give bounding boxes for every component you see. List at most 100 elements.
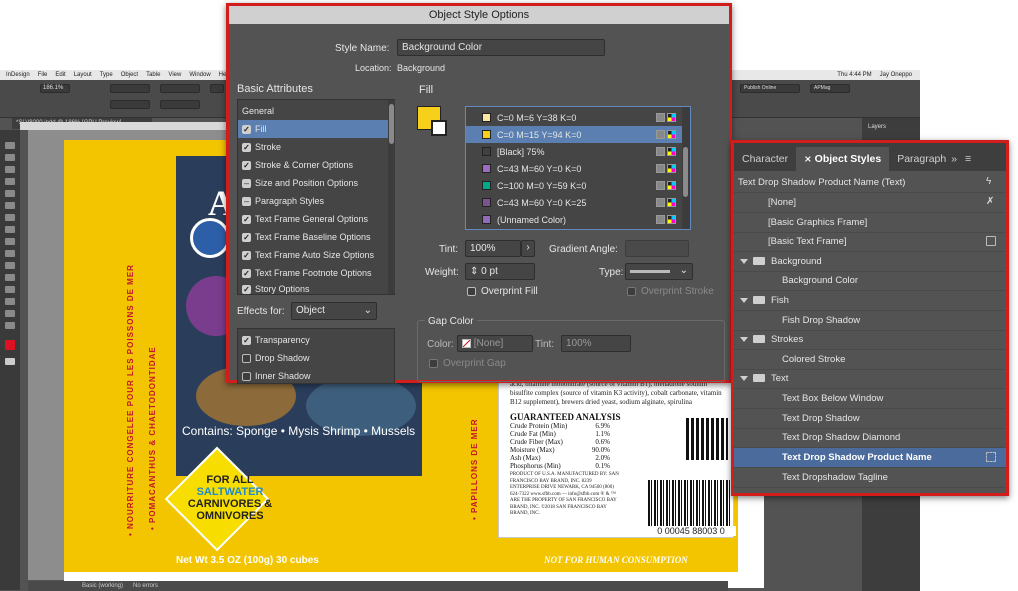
- tab-object-styles[interactable]: ⨯ Object Styles: [796, 147, 890, 171]
- style-row-background-color[interactable]: Background Color: [734, 271, 1006, 291]
- checkbox-ignore-icon[interactable]: –: [242, 196, 251, 206]
- attr-stroke[interactable]: ✓ Stroke: [238, 138, 394, 156]
- menu-item[interactable]: InDesign: [6, 72, 30, 78]
- attr-story-options[interactable]: ✓ Story Options: [238, 282, 394, 296]
- swatch-row[interactable]: C=43 M=60 Y=0 K=0: [466, 160, 690, 177]
- swatch-row[interactable]: (Unnamed Color): [466, 211, 690, 228]
- gradient-tool-icon[interactable]: [5, 274, 15, 281]
- stroke-type-select[interactable]: ⌄: [625, 263, 693, 280]
- zoom-tool-icon[interactable]: [5, 322, 15, 329]
- attr-fill[interactable]: ✓ Fill: [238, 120, 394, 138]
- disclosure-triangle-icon[interactable]: [740, 297, 748, 303]
- gap-color-select[interactable]: [None]: [457, 335, 533, 352]
- menu-item[interactable]: Window: [189, 72, 210, 78]
- checkbox-checked-icon[interactable]: ✓: [242, 214, 251, 224]
- style-row-basic-text-frame[interactable]: [Basic Text Frame]: [734, 232, 1006, 252]
- fill-stroke-icon[interactable]: [5, 340, 15, 350]
- checkbox-checked-icon[interactable]: ✓: [242, 250, 251, 260]
- control-button[interactable]: [210, 84, 224, 93]
- checkbox-checked-icon[interactable]: ✓: [242, 284, 251, 294]
- free-transform-tool-icon[interactable]: [5, 262, 15, 269]
- style-row-fish-drop-shadow[interactable]: Fish Drop Shadow: [734, 311, 1006, 331]
- style-row-text-drop-shadow-diamond[interactable]: Text Drop Shadow Diamond: [734, 428, 1006, 448]
- checkbox-checked-icon[interactable]: ✓: [242, 124, 251, 134]
- apply-color-icon[interactable]: [5, 358, 15, 365]
- disclosure-triangle-icon[interactable]: [740, 375, 748, 381]
- checkbox-checked-icon[interactable]: ✓: [242, 232, 251, 242]
- scissors-tool-icon[interactable]: [5, 250, 15, 257]
- attr-stroke-corner[interactable]: ✓ Stroke & Corner Options: [238, 156, 394, 174]
- style-row-basic-graphics-frame[interactable]: [Basic Graphics Frame]: [734, 213, 1006, 233]
- menu-item[interactable]: Layout: [74, 72, 92, 78]
- direct-selection-tool-icon[interactable]: [5, 154, 15, 161]
- gradient-angle-input[interactable]: [625, 240, 689, 257]
- attr-text-frame-footnote[interactable]: ✓ Text Frame Footnote Options: [238, 264, 394, 282]
- effects-for-select[interactable]: Object ⌄: [291, 302, 377, 320]
- pen-tool-icon[interactable]: [5, 202, 15, 209]
- style-row-none[interactable]: [None] ✗: [734, 193, 1006, 213]
- swatch-row[interactable]: C=0 M=6 Y=38 K=0: [466, 109, 690, 126]
- layers-panel-tab[interactable]: Layers: [868, 124, 886, 130]
- hand-tool-icon[interactable]: [5, 310, 15, 317]
- page-tool-icon[interactable]: [5, 166, 15, 173]
- workspace-switcher[interactable]: APMag: [810, 84, 850, 93]
- menu-item[interactable]: Edit: [55, 72, 65, 78]
- lightning-icon[interactable]: ϟ: [986, 177, 996, 187]
- style-name-input[interactable]: Background Color: [397, 39, 605, 56]
- publish-online-button[interactable]: Publish Online: [740, 84, 800, 93]
- swatch-row[interactable]: C=0 M=15 Y=94 K=0: [466, 126, 690, 143]
- page-style-status[interactable]: Basic (working): [82, 583, 123, 589]
- style-group-background[interactable]: Background: [734, 252, 1006, 272]
- attributes-scrollbar[interactable]: [388, 100, 395, 294]
- type-tool-icon[interactable]: [5, 178, 15, 185]
- attr-general[interactable]: General: [238, 102, 394, 120]
- control-field[interactable]: [110, 84, 150, 93]
- disclosure-triangle-icon[interactable]: [740, 336, 748, 342]
- close-icon[interactable]: ⨯: [804, 154, 812, 164]
- checkbox-empty-icon[interactable]: [467, 287, 476, 296]
- chevron-right-icon[interactable]: ›: [521, 240, 535, 257]
- disclosure-triangle-icon[interactable]: [740, 258, 748, 264]
- stroke-swatch-icon[interactable]: [431, 120, 447, 136]
- menu-item[interactable]: Type: [100, 72, 113, 78]
- attr-text-frame-autosize[interactable]: ✓ Text Frame Auto Size Options: [238, 246, 394, 264]
- menu-item[interactable]: View: [168, 72, 181, 78]
- style-group-fish[interactable]: Fish: [734, 291, 1006, 311]
- effect-drop-shadow[interactable]: Drop Shadow: [238, 349, 394, 367]
- tab-paragraph[interactable]: Paragraph: [889, 147, 947, 171]
- panel-menu-icon[interactable]: ≡: [961, 147, 975, 171]
- menu-item[interactable]: Table: [146, 72, 160, 78]
- gap-tint-input[interactable]: 100%: [561, 335, 631, 352]
- menu-item[interactable]: File: [38, 72, 48, 78]
- swatch-row[interactable]: C=100 M=0 Y=59 K=0: [466, 177, 690, 194]
- note-tool-icon[interactable]: [5, 286, 15, 293]
- zoom-field[interactable]: 186.1%: [40, 84, 70, 93]
- style-group-text[interactable]: Text: [734, 369, 1006, 389]
- style-group-strokes[interactable]: Strokes: [734, 330, 1006, 350]
- overprint-fill-checkbox[interactable]: Overprint Fill: [467, 286, 538, 297]
- swatch-row[interactable]: [Black] 75%: [466, 143, 690, 160]
- overprint-gap-checkbox[interactable]: Overprint Gap: [429, 358, 506, 369]
- checkbox-checked-icon[interactable]: ✓: [242, 160, 251, 170]
- pencil-tool-icon[interactable]: [5, 214, 15, 221]
- panel-overflow-icon[interactable]: »: [947, 147, 961, 171]
- control-field[interactable]: [160, 84, 200, 93]
- checkbox-empty-icon[interactable]: [429, 359, 438, 368]
- checkbox-checked-icon[interactable]: ✓: [242, 142, 251, 152]
- effect-inner-shadow[interactable]: Inner Shadow: [238, 367, 394, 385]
- attr-text-frame-baseline[interactable]: ✓ Text Frame Baseline Options: [238, 228, 394, 246]
- checkbox-ignore-icon[interactable]: –: [242, 178, 251, 188]
- swatch-row[interactable]: C=43 M=60 Y=0 K=25: [466, 194, 690, 211]
- tint-input[interactable]: 100%: [465, 240, 521, 257]
- effect-transparency[interactable]: ✓ Transparency: [238, 331, 394, 349]
- stepper-icon[interactable]: ⇕: [470, 266, 481, 277]
- style-row-text-dropshadow-tagline[interactable]: Text Dropshadow Tagline: [734, 468, 1006, 488]
- checkbox-empty-icon[interactable]: [242, 353, 251, 363]
- control-field[interactable]: [110, 100, 150, 109]
- rectangle-frame-tool-icon[interactable]: [5, 226, 15, 233]
- weight-input[interactable]: ⇕ 0 pt: [465, 263, 535, 280]
- line-tool-icon[interactable]: [5, 190, 15, 197]
- style-row-text-drop-shadow[interactable]: Text Drop Shadow: [734, 409, 1006, 429]
- tab-character[interactable]: Character: [734, 147, 796, 171]
- attr-text-frame-general[interactable]: ✓ Text Frame General Options: [238, 210, 394, 228]
